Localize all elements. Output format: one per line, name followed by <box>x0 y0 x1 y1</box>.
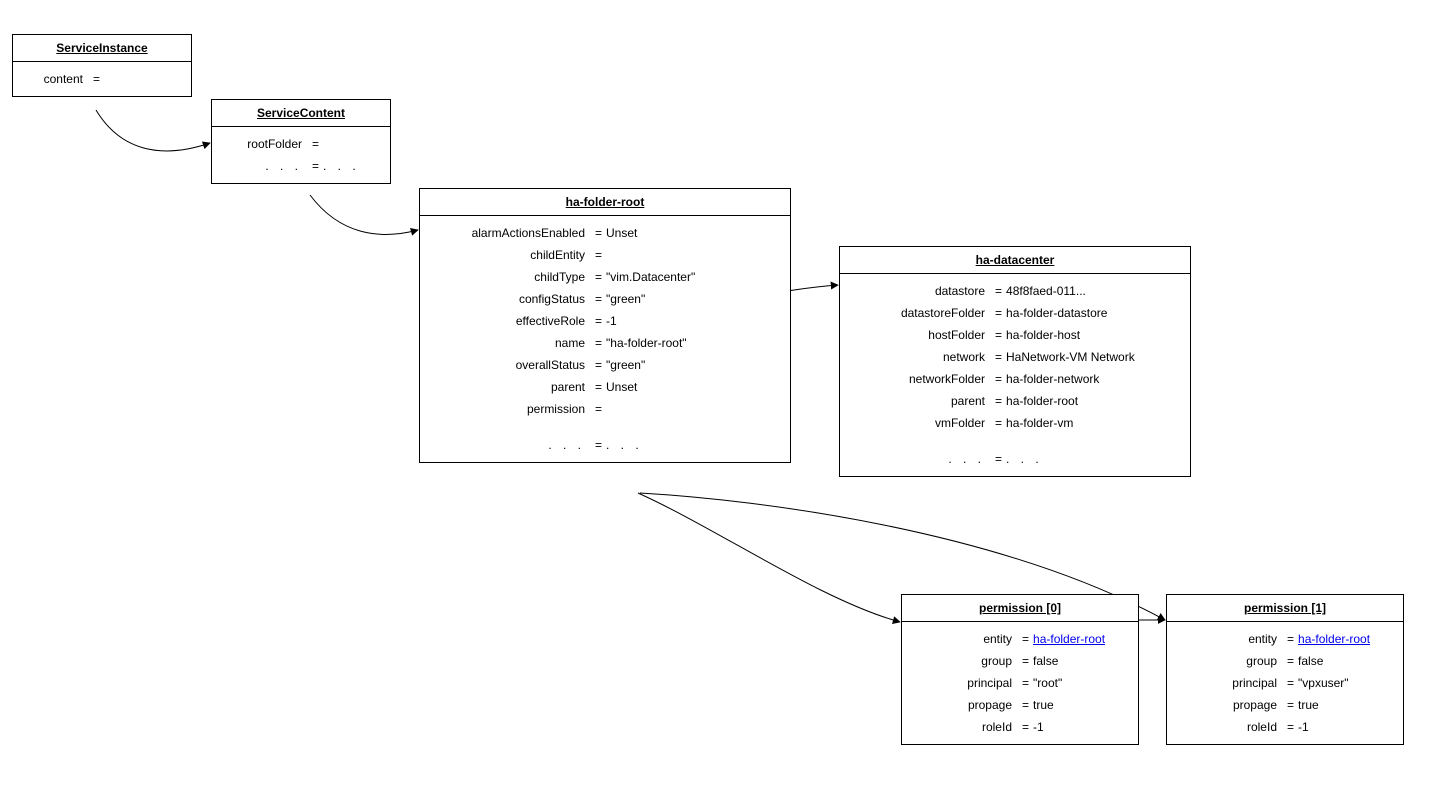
property-value: "vpxuser" <box>1298 672 1349 694</box>
property-row: principal="root" <box>912 672 1128 694</box>
property-row: parent=Unset <box>430 376 780 398</box>
property-row: roleId=-1 <box>1177 716 1393 738</box>
property-key: overallStatus <box>430 354 591 376</box>
property-row: entity=ha-folder-root <box>1177 628 1393 650</box>
property-key: configStatus <box>430 288 591 310</box>
property-value: 48f8faed-011... <box>1006 280 1086 302</box>
property-value: ha-folder-network <box>1006 368 1099 390</box>
property-row: parent=ha-folder-root <box>850 390 1180 412</box>
property-value: true <box>1298 694 1319 716</box>
property-key: hostFolder <box>850 324 991 346</box>
node-title: permission [0] <box>902 595 1138 622</box>
property-key: datastoreFolder <box>850 302 991 324</box>
property-key: content <box>23 68 89 90</box>
property-value: ha-folder-root <box>1006 390 1078 412</box>
property-key: alarmActionsEnabled <box>430 222 591 244</box>
property-key: parent <box>850 390 991 412</box>
property-value: ha-folder-root <box>1298 628 1370 650</box>
node-title: ServiceContent <box>212 100 390 127</box>
property-value: true <box>1033 694 1054 716</box>
property-key: network <box>850 346 991 368</box>
property-key: vmFolder <box>850 412 991 434</box>
property-key: permission <box>430 398 591 420</box>
property-value: "ha-folder-root" <box>606 332 687 354</box>
property-link[interactable]: ha-folder-root <box>1033 632 1105 646</box>
property-key: networkFolder <box>850 368 991 390</box>
property-key: entity <box>1177 628 1283 650</box>
property-key: propage <box>1177 694 1283 716</box>
property-key: name <box>430 332 591 354</box>
node-permission-1: permission [1] entity=ha-folder-rootgrou… <box>1166 594 1404 745</box>
property-row: hostFolder=ha-folder-host <box>850 324 1180 346</box>
property-row: childEntity= <box>430 244 780 266</box>
property-row: group=false <box>912 650 1128 672</box>
diagram-canvas: ServiceInstance content = ServiceContent… <box>0 0 1431 806</box>
property-row: vmFolder=ha-folder-vm <box>850 412 1180 434</box>
property-value: false <box>1033 650 1058 672</box>
property-row: group=false <box>1177 650 1393 672</box>
property-row: propage=true <box>912 694 1128 716</box>
property-key: principal <box>912 672 1018 694</box>
property-value: "vim.Datacenter" <box>606 266 695 288</box>
property-value: "green" <box>606 288 645 310</box>
property-value: HaNetwork-VM Network <box>1006 346 1135 368</box>
property-row: content = <box>23 68 181 90</box>
property-value: ha-folder-host <box>1006 324 1080 346</box>
property-key: childType <box>430 266 591 288</box>
node-ha-datacenter: ha-datacenter datastore=48f8faed-011...d… <box>839 246 1191 477</box>
property-value: -1 <box>1033 716 1044 738</box>
property-key: propage <box>912 694 1018 716</box>
property-key: rootFolder <box>222 133 308 155</box>
property-row: principal="vpxuser" <box>1177 672 1393 694</box>
node-title: ServiceInstance <box>13 35 191 62</box>
property-value: "root" <box>1033 672 1062 694</box>
property-row: entity=ha-folder-root <box>912 628 1128 650</box>
node-permission-0: permission [0] entity=ha-folder-rootgrou… <box>901 594 1139 745</box>
node-title: ha-datacenter <box>840 247 1190 274</box>
property-key: childEntity <box>430 244 591 266</box>
node-service-instance: ServiceInstance content = <box>12 34 192 97</box>
ellipsis-row: . . .=. . . <box>850 448 1180 470</box>
property-value: ha-folder-datastore <box>1006 302 1107 324</box>
property-row: roleId=-1 <box>912 716 1128 738</box>
property-value: -1 <box>1298 716 1309 738</box>
property-row: configStatus="green" <box>430 288 780 310</box>
property-row: permission= <box>430 398 780 420</box>
property-value: ha-folder-vm <box>1006 412 1073 434</box>
property-row: name="ha-folder-root" <box>430 332 780 354</box>
property-row: networkFolder=ha-folder-network <box>850 368 1180 390</box>
property-value: "green" <box>606 354 645 376</box>
property-key: principal <box>1177 672 1283 694</box>
ellipsis-row: . . .=. . . <box>430 434 780 456</box>
property-row: alarmActionsEnabled=Unset <box>430 222 780 244</box>
property-key: roleId <box>1177 716 1283 738</box>
ellipsis-row: . . . = . . . <box>222 155 380 177</box>
node-service-content: ServiceContent rootFolder = . . . = . . … <box>211 99 391 184</box>
property-key: group <box>912 650 1018 672</box>
property-value: Unset <box>606 376 637 398</box>
property-key: entity <box>912 628 1018 650</box>
node-ha-folder-root: ha-folder-root alarmActionsEnabled=Unset… <box>419 188 791 463</box>
property-row: datastore=48f8faed-011... <box>850 280 1180 302</box>
property-row: rootFolder = <box>222 133 380 155</box>
property-row: propage=true <box>1177 694 1393 716</box>
equals-sign: = <box>89 68 104 90</box>
property-row: childType="vim.Datacenter" <box>430 266 780 288</box>
property-row: effectiveRole=-1 <box>430 310 780 332</box>
property-value: ha-folder-root <box>1033 628 1105 650</box>
property-key: group <box>1177 650 1283 672</box>
property-link[interactable]: ha-folder-root <box>1298 632 1370 646</box>
property-key: datastore <box>850 280 991 302</box>
property-row: overallStatus="green" <box>430 354 780 376</box>
node-title: permission [1] <box>1167 595 1403 622</box>
property-value: -1 <box>606 310 617 332</box>
property-value: false <box>1298 650 1323 672</box>
property-key: parent <box>430 376 591 398</box>
node-title: ha-folder-root <box>420 189 790 216</box>
property-key: effectiveRole <box>430 310 591 332</box>
property-key: roleId <box>912 716 1018 738</box>
property-row: network=HaNetwork-VM Network <box>850 346 1180 368</box>
property-row: datastoreFolder=ha-folder-datastore <box>850 302 1180 324</box>
property-value: Unset <box>606 222 637 244</box>
